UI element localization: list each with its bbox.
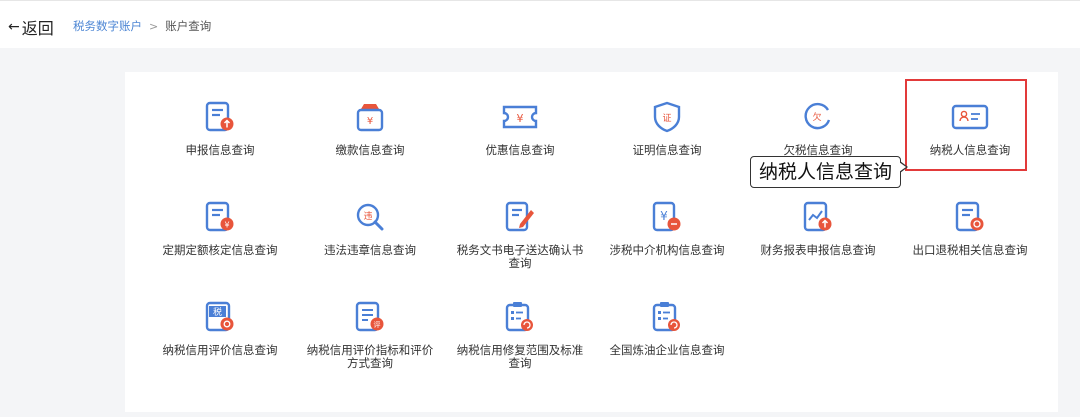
credit-rating-icon: 税 — [205, 301, 234, 332]
svg-text:违: 违 — [363, 211, 372, 222]
agency-icon: ¥ — [652, 201, 681, 232]
item-credit-criteria-query[interactable]: 评 纳税信用评价指标和评价方式查询 — [295, 300, 445, 370]
certificate-shield-icon: 证 — [653, 101, 681, 133]
item-label: 出口退税相关信息查询 — [912, 243, 1028, 257]
breadcrumb-parent[interactable]: 税务数字账户 — [73, 18, 142, 34]
item-label: 涉税中介机构信息查询 — [609, 243, 725, 257]
item-payment-query[interactable]: ¥ 缴款信息查询 — [295, 100, 445, 157]
credit-repair-icon — [505, 302, 533, 332]
credit-criteria-icon: 评 — [355, 301, 384, 332]
svg-text:评: 评 — [374, 321, 381, 329]
taxpayer-id-card-icon — [951, 104, 989, 130]
item-label: 优惠信息查询 — [485, 143, 555, 157]
item-arrears-query[interactable]: 欠 欠税信息查询 — [743, 100, 893, 157]
back-label: 返回 — [21, 19, 54, 38]
item-label: 违法违章信息查询 — [324, 243, 416, 257]
discount-ticket-icon: ¥ — [502, 105, 538, 129]
svg-text:¥: ¥ — [660, 209, 668, 223]
item-label: 全国炼油企业信息查询 — [609, 343, 725, 357]
item-taxpayer-query[interactable]: 纳税人信息查询 — [895, 100, 1045, 157]
violation-search-icon: 违 — [356, 203, 384, 231]
item-label: 申报信息查询 — [185, 143, 255, 157]
item-export-refund-query[interactable]: 出口退税相关信息查询 — [895, 200, 1045, 257]
item-fixed-quota-query[interactable]: ¥ 定期定额核定信息查询 — [145, 200, 295, 257]
item-label: 财务报表申报信息查询 — [760, 243, 876, 257]
tax-arrears-icon: 欠 — [804, 102, 831, 130]
item-refinery-query[interactable]: 全国炼油企业信息查询 — [592, 300, 742, 357]
item-agency-query[interactable]: ¥ 涉税中介机构信息查询 — [592, 200, 742, 257]
export-refund-icon — [955, 201, 984, 232]
breadcrumb-separator: > — [149, 19, 159, 33]
item-financial-report-query[interactable]: 财务报表申报信息查询 — [743, 200, 893, 257]
svg-text:欠: 欠 — [812, 111, 821, 123]
declaration-doc-icon — [205, 101, 234, 132]
item-label: 证明信息查询 — [632, 143, 702, 157]
item-violation-query[interactable]: 违 违法违章信息查询 — [295, 200, 445, 257]
top-bar: ← 返回 税务数字账户 > 账户查询 — [0, 0, 1080, 48]
financial-report-icon — [803, 201, 832, 232]
item-label: 缴款信息查询 — [335, 143, 405, 157]
item-label: 纳税信用修复范围及标准查询 — [456, 343, 584, 370]
breadcrumb-current: 账户查询 — [165, 19, 212, 33]
svg-text:¥: ¥ — [367, 116, 373, 127]
item-declaration-query[interactable]: 申报信息查询 — [145, 100, 295, 157]
payment-bag-icon: ¥ — [356, 104, 384, 132]
document-edit-icon — [505, 201, 534, 232]
back-button[interactable]: ← 返回 — [8, 15, 54, 39]
item-credit-repair-query[interactable]: 纳税信用修复范围及标准查询 — [445, 300, 595, 370]
back-arrow-icon: ← — [8, 19, 20, 35]
item-label: 定期定额核定信息查询 — [162, 243, 278, 257]
svg-text:证: 证 — [662, 113, 671, 124]
svg-text:税: 税 — [213, 306, 222, 318]
svg-text:¥: ¥ — [224, 221, 229, 230]
fixed-quota-doc-icon: ¥ — [205, 201, 234, 232]
query-panel: 申报信息查询 ¥ 缴款信息查询 ¥ 优惠信息查询 证 证明信息查询 欠 欠税信息… — [125, 72, 1058, 412]
item-credit-rating-query[interactable]: 税 纳税信用评价信息查询 — [145, 300, 295, 357]
item-label: 纳税人信息查询 — [929, 143, 1011, 157]
item-discount-query[interactable]: ¥ 优惠信息查询 — [445, 100, 595, 157]
item-label: 纳税信用评价信息查询 — [162, 343, 278, 357]
refinery-enterprise-icon — [652, 302, 680, 332]
svg-text:¥: ¥ — [517, 112, 524, 125]
item-label: 税务文书电子送达确认书查询 — [456, 243, 584, 270]
breadcrumb: 税务数字账户 > 账户查询 — [73, 18, 211, 34]
item-label: 纳税信用评价指标和评价方式查询 — [306, 343, 434, 370]
item-certificate-query[interactable]: 证 证明信息查询 — [592, 100, 742, 157]
item-e-document-query[interactable]: 税务文书电子送达确认书查询 — [445, 200, 595, 270]
tooltip: 纳税人信息查询 — [750, 156, 909, 188]
